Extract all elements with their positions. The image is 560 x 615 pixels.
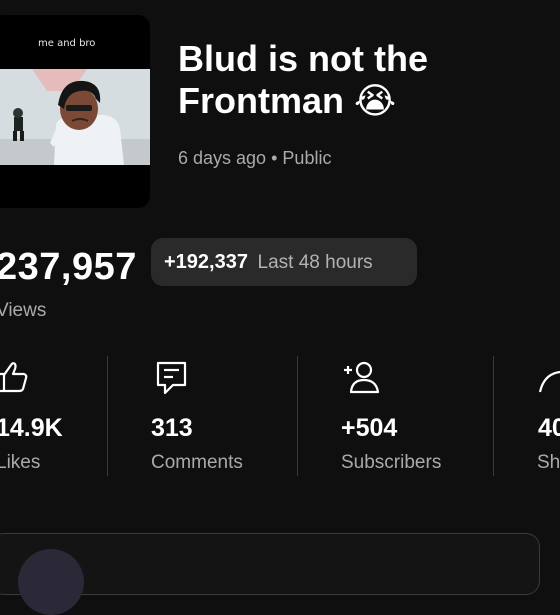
thumbnail-caption: me and bro	[38, 38, 96, 49]
recent-views-chip[interactable]: +192,337 Last 48 hours	[151, 238, 417, 286]
video-meta: 6 days ago • Public	[178, 148, 331, 169]
recent-views-period: Last 48 hours	[257, 252, 373, 273]
stat-divider	[493, 356, 494, 476]
views-label: Views	[0, 300, 47, 321]
comments-label: Comments	[151, 452, 243, 473]
meta-separator: •	[271, 148, 278, 168]
video-thumbnail[interactable]: me and bro	[0, 15, 150, 208]
visibility-status: Public	[282, 148, 332, 168]
upload-age: 6 days ago	[178, 148, 267, 168]
subscribers-label: Subscribers	[341, 452, 442, 473]
comments-count: 313	[151, 414, 193, 442]
stat-divider	[297, 356, 298, 476]
comment-icon[interactable]	[155, 360, 189, 396]
video-title: Blud is not the Frontman 😭	[178, 38, 428, 121]
avatar[interactable]	[18, 549, 84, 615]
thumbnail-scene	[0, 69, 150, 165]
thumbs-up-icon[interactable]	[0, 360, 30, 394]
share-icon[interactable]	[538, 364, 560, 394]
thumbnail-image	[0, 69, 150, 165]
likes-count: 14.9K	[0, 414, 63, 442]
add-person-icon[interactable]	[342, 360, 382, 394]
stat-divider	[107, 356, 108, 476]
subscribers-count: +504	[341, 414, 398, 442]
shares-count: 40	[538, 414, 560, 442]
recent-views-delta: +192,337	[164, 251, 248, 273]
shares-label: Sh	[537, 452, 560, 473]
views-count: 237,957	[0, 246, 137, 288]
likes-label: Likes	[0, 452, 41, 473]
